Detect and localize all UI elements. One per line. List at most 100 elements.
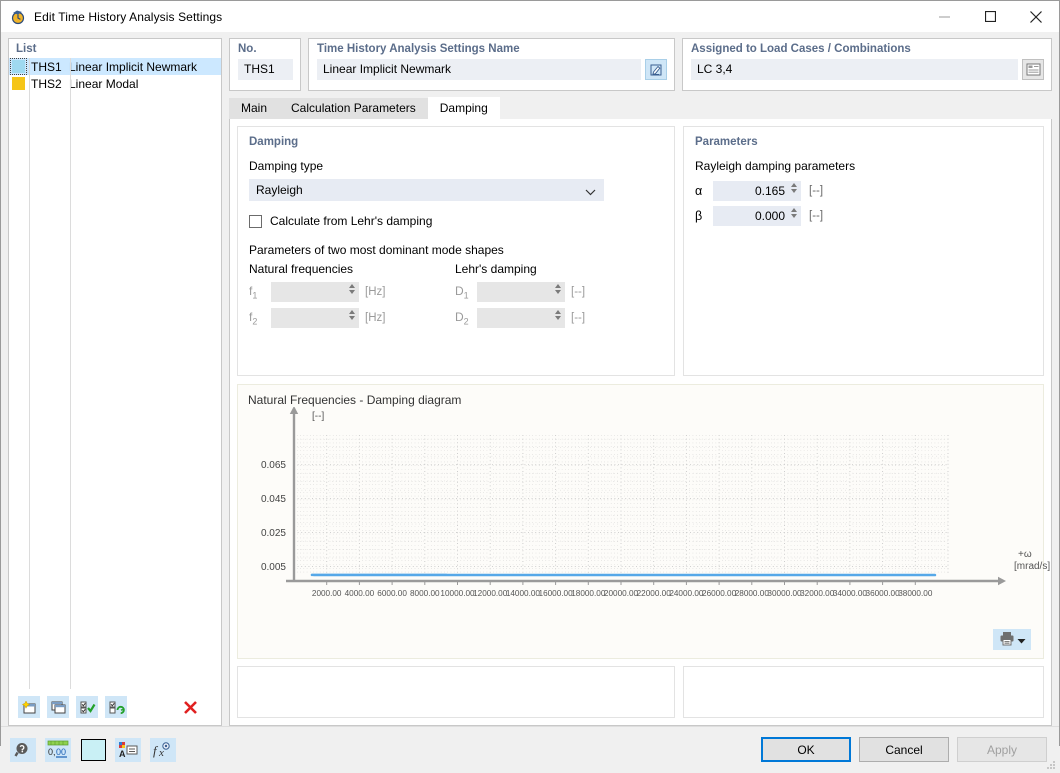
bottom-box-left [237,666,675,718]
damping-type-select[interactable]: Rayleigh [249,179,604,201]
f1-unit: [Hz] [365,286,386,298]
number-format-icon[interactable]: 0, 00 [45,737,71,762]
chevron-down-icon [585,185,596,199]
svg-text:20000.00: 20000.00 [604,589,639,598]
svg-text:+ω: +ω [1018,549,1032,560]
pencil-edit-icon[interactable] [645,59,667,80]
svg-text:18000.00: 18000.00 [571,589,606,598]
list-item-label: Linear Modal [69,76,139,91]
natural-frequencies-header: Natural frequencies [249,262,354,276]
svg-text:00: 00 [56,747,66,757]
resize-grip[interactable] [1046,759,1056,769]
calculate-from-lehr-checkbox[interactable]: Calculate from Lehr's damping [249,214,663,228]
printer-icon [999,631,1015,649]
d2-row: D2 [--] [455,308,645,328]
f2-row: f2 [Hz] [249,308,439,328]
close-button[interactable] [1013,1,1059,32]
bottom-box-right [683,666,1044,718]
d2-unit: [--] [571,312,586,324]
minimize-button[interactable] [921,1,967,32]
settings-row: Damping Damping type Rayleigh Calculate … [237,126,1044,376]
svg-text:34000.00: 34000.00 [833,589,868,598]
svg-text:24000.00: 24000.00 [669,589,704,598]
rayleigh-parameters-label: Rayleigh damping parameters [695,159,856,173]
help-magnifier-icon[interactable] [10,737,36,762]
spinner-arrows[interactable] [791,183,797,193]
calculate-from-lehr-label: Calculate from Lehr's damping [270,214,433,228]
f2-input[interactable] [271,308,359,328]
damping-group: Damping Damping type Rayleigh Calculate … [237,126,675,376]
list-item[interactable]: THS2 Linear Modal [9,75,221,92]
d2-input[interactable] [477,308,565,328]
svg-text:30000.00: 30000.00 [767,589,802,598]
item-color-swatch [12,77,25,90]
new-item-button[interactable] [18,696,40,718]
spinner-arrows[interactable] [349,310,355,320]
svg-text:38000.00: 38000.00 [898,589,933,598]
spinner-arrows[interactable] [555,284,561,294]
color-swatch-icon[interactable] [80,738,106,762]
frequency-damping-columns: Natural frequencies f1 [Hz] f2 [Hz] Lehr… [249,262,663,328]
lehr-damping-header: Lehr's damping [455,262,537,276]
no-label: No. [238,43,257,55]
damping-diagram-panel: Natural Frequencies - Damping diagram +D… [237,384,1050,659]
print-chart-button[interactable] [993,629,1031,650]
invert-selection-button[interactable] [105,696,127,718]
svg-text:12000.00: 12000.00 [473,589,508,598]
svg-text:26000.00: 26000.00 [702,589,737,598]
list-item-id: THS2 [31,76,62,91]
svg-text:A: A [119,749,126,759]
beta-row: β 0.000 [--] [695,206,1032,226]
name-input[interactable]: Linear Implicit Newmark [317,59,641,80]
list-picker-icon[interactable] [1022,59,1044,80]
ok-button[interactable]: OK [761,737,851,762]
delete-item-button[interactable] [179,696,201,718]
tab-main[interactable]: Main [229,98,280,119]
select-all-button[interactable] [76,696,98,718]
footer-toolbar: 0, 00 A f x [10,737,176,762]
display-properties-icon[interactable]: A [115,737,141,762]
apply-button[interactable]: Apply [957,737,1047,762]
cancel-button[interactable]: Cancel [859,737,949,762]
tab-damping[interactable]: Damping [427,97,500,119]
f1-input[interactable] [271,282,359,302]
checkbox-box [249,214,262,228]
d1-label: D1 [455,283,469,301]
svg-text:0.005: 0.005 [261,562,286,573]
fx-formula-icon[interactable]: f x [150,737,176,762]
svg-text:36000.00: 36000.00 [866,589,901,598]
no-input[interactable]: THS1 [238,59,293,80]
maximize-button[interactable] [967,1,1013,32]
assigned-input[interactable]: LC 3,4 [691,59,1018,80]
alpha-symbol: α [695,184,703,198]
d1-input[interactable] [477,282,565,302]
damping-type-value: Rayleigh [256,183,303,197]
parameters-group: Parameters Rayleigh damping parameters α… [683,126,1044,376]
time-history-icon [10,9,26,25]
svg-text:0.025: 0.025 [261,528,286,539]
caret-down-icon[interactable] [1017,633,1026,647]
chart-svg: +D[--] +ω[mrad/s] 0.005 0.025 0.045 0.065 2000… [261,399,1050,598]
list-item[interactable]: THS1 Linear Implicit Newmark [9,58,221,75]
footer-buttons: OK Cancel Apply [761,737,1047,762]
f1-label: f1 [249,283,258,301]
title-bar: Edit Time History Analysis Settings [1,1,1059,32]
svg-text:28000.00: 28000.00 [735,589,770,598]
beta-input[interactable]: 0.000 [713,206,801,226]
tab-calculation-parameters[interactable]: Calculation Parameters [279,98,428,119]
svg-text:[--]: [--] [312,411,324,422]
damping-group-title: Damping [249,136,299,148]
alpha-input[interactable]: 0.165 [713,181,801,201]
window-controls [921,1,1059,32]
svg-text:+D: +D [312,407,325,410]
spinner-arrows[interactable] [791,208,797,218]
copy-item-button[interactable] [47,696,69,718]
assigned-label: Assigned to Load Cases / Combinations [691,43,911,55]
dialog-window: Edit Time History Analysis Settings List [0,0,1060,772]
f1-row: f1 [Hz] [249,282,439,302]
d1-unit: [--] [571,286,586,298]
spinner-arrows[interactable] [349,284,355,294]
spinner-arrows[interactable] [555,310,561,320]
header-strip: No. THS1 Time History Analysis Settings … [229,38,1052,91]
tab-content-damping: Damping Damping type Rayleigh Calculate … [229,119,1052,726]
